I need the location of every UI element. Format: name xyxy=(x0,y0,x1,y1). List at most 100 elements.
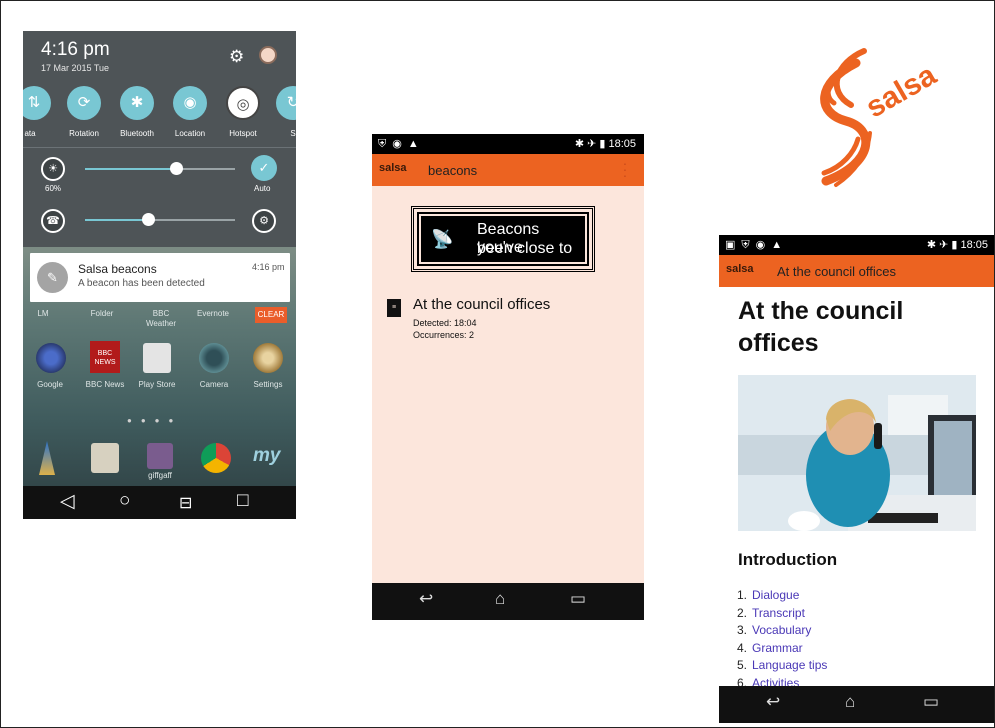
list-item[interactable]: 2. Transcript xyxy=(737,605,827,623)
article-heading: At the council offices xyxy=(738,297,904,357)
brightness-value: 60% xyxy=(45,184,62,193)
satellite-dish-icon: 📡 xyxy=(431,229,454,249)
app-bar: salsa At the council offices xyxy=(719,255,994,287)
list-number: 1. xyxy=(737,588,748,602)
ringtone-volume-icon: ☎ xyxy=(41,209,65,233)
notification-body: A beacon has been detected xyxy=(78,278,205,289)
auto-label: Auto xyxy=(254,184,271,193)
status-icons-left: ⛨◉▲ xyxy=(378,138,425,150)
beacon-entry-title[interactable]: At the council offices xyxy=(413,296,550,313)
status-icons-right: ✱ ✈ ▮ 18:05 xyxy=(926,239,988,251)
lg-phone-notification-shade: 4:16 pm 17 Mar 2015 Tue ⚙ ⇅ ⟳ ✱ ◉ ◎ ↻ at… xyxy=(23,31,296,519)
qs-label-location: Location xyxy=(174,129,206,138)
recent-apps-icon[interactable]: ▭ xyxy=(570,589,586,609)
link-transcript[interactable]: Transcript xyxy=(752,606,805,620)
link-grammar[interactable]: Grammar xyxy=(752,641,803,655)
rocket-app-icon[interactable] xyxy=(39,441,55,475)
contacts-app-icon[interactable] xyxy=(91,443,119,473)
bbc-news-icon[interactable]: BBC NEWS xyxy=(90,341,120,373)
brightness-track xyxy=(177,168,235,170)
settings-gear-icon[interactable]: ⚙ xyxy=(229,47,244,67)
list-item[interactable]: 5. Language tips xyxy=(737,657,827,675)
back-icon[interactable]: ↩ xyxy=(766,692,780,712)
section-title: Introduction xyxy=(738,550,838,569)
status-time: 18:05 xyxy=(608,138,636,150)
sound-settings-gear-icon[interactable]: ⚙ xyxy=(252,209,276,233)
salsa-logo-mark xyxy=(820,48,872,187)
clear-button[interactable]: CLEAR xyxy=(255,307,287,323)
overflow-menu-icon[interactable]: · · · xyxy=(622,156,628,182)
button-face: 📡 Beacons you've been close to xyxy=(421,216,585,262)
home-label-evernote: Evernote xyxy=(196,309,230,318)
settings-app-icon[interactable] xyxy=(253,343,283,373)
document-icon: ≡ xyxy=(387,299,401,317)
home-label-camera: Camera xyxy=(199,380,229,389)
giffgaff-app-icon[interactable] xyxy=(147,443,173,469)
recent-apps-icon[interactable]: ▭ xyxy=(923,692,939,712)
link-vocabulary[interactable]: Vocabulary xyxy=(752,623,811,637)
camera-icon[interactable] xyxy=(199,343,229,373)
location-toggle-icon[interactable]: ◉ xyxy=(173,86,207,120)
app-title: beacons xyxy=(428,163,478,178)
recent-apps-icon[interactable]: □ xyxy=(237,490,248,512)
status-icons-left: ▣⛨◉▲ xyxy=(725,239,789,251)
navigation-bar: ◁ ○ ⊟ □ xyxy=(23,486,296,519)
contents-list: 1. Dialogue 2. Transcript 3. Vocabulary 4. G… xyxy=(737,587,827,692)
user-avatar[interactable] xyxy=(259,46,277,64)
salsa-notification-card[interactable]: ✎ Salsa beacons A beacon has been detect… xyxy=(30,253,290,302)
status-bar: ⛨◉▲ ✱ ✈ ▮ 18:05 xyxy=(372,134,644,154)
qs-label-rotation: Rotation xyxy=(69,129,99,138)
home-label-bbc-news: BBC News xyxy=(85,380,125,389)
list-number: 2. xyxy=(737,605,748,620)
status-icons-right: ✱ ✈ ▮ 18:05 xyxy=(574,138,636,150)
salsa-logo: salsa xyxy=(820,48,942,187)
navigation-bar: ↩ ⌂ ▭ xyxy=(372,583,644,620)
play-store-icon[interactable] xyxy=(143,343,171,373)
home-label-settings: Settings xyxy=(253,380,283,389)
status-bar: ▣⛨◉▲ ✱ ✈ ▮ 18:05 xyxy=(719,235,994,255)
list-item[interactable]: 3. Vocabulary xyxy=(737,622,827,640)
dual-window-icon[interactable]: ⊟ xyxy=(179,493,192,513)
home-label-lm: LM xyxy=(37,309,49,318)
app-title: At the council offices xyxy=(777,264,896,279)
chrome-app-icon[interactable] xyxy=(201,443,231,473)
brightness-track-filled xyxy=(85,168,177,170)
volume-track xyxy=(149,219,235,221)
rotation-toggle-icon[interactable]: ⟳ xyxy=(67,86,101,120)
list-number: 4. xyxy=(737,640,748,655)
navigation-bar: ↩ ⌂ ▭ xyxy=(719,686,994,723)
home-label-folder: Folder xyxy=(90,309,114,318)
link-language-tips[interactable]: Language tips xyxy=(752,658,827,672)
home-icon[interactable]: ⌂ xyxy=(845,692,855,712)
volume-track-filled xyxy=(85,219,149,221)
home-icon[interactable]: ○ xyxy=(119,490,130,512)
beacons-close-to-button[interactable]: 📡 Beacons you've been close to xyxy=(411,206,595,272)
hotspot-toggle-icon[interactable]: ◎ xyxy=(226,86,260,120)
salsa-logo-small[interactable]: salsa xyxy=(726,263,754,275)
salsa-logo-small[interactable]: salsa xyxy=(379,162,407,174)
satellite-dish-icon: ✎ xyxy=(37,262,68,293)
google-folder-icon[interactable] xyxy=(36,343,66,373)
page-indicator-dots: ●●●● xyxy=(127,416,183,425)
button-label-line2: been close to xyxy=(477,240,573,257)
link-dialogue[interactable]: Dialogue xyxy=(752,588,799,602)
qs-label-bluetooth: Bluetooth xyxy=(120,129,154,138)
bluetooth-toggle-icon[interactable]: ✱ xyxy=(120,86,154,120)
home-icon[interactable]: ⌂ xyxy=(495,589,505,609)
my-app-icon[interactable]: my xyxy=(253,445,280,467)
office-worker-photo xyxy=(738,375,976,531)
qs-label-sync: S xyxy=(290,129,296,138)
list-item[interactable]: 1. Dialogue xyxy=(737,587,827,605)
home-label-bbc-weather: BBC Weather xyxy=(145,309,177,328)
clock-date: 17 Mar 2015 Tue xyxy=(41,63,110,73)
list-item[interactable]: 4. Grammar xyxy=(737,640,827,658)
list-number: 5. xyxy=(737,658,748,672)
occurrence-count: Occurrences: 2 xyxy=(413,330,475,340)
back-icon[interactable]: ↩ xyxy=(419,589,433,609)
auto-brightness-check-icon[interactable]: ✓ xyxy=(251,155,277,181)
home-label-giffgaff: giffgaff xyxy=(148,471,172,480)
brightness-slider-knob[interactable] xyxy=(170,162,183,175)
notification-title: Salsa beacons xyxy=(78,262,157,276)
volume-slider-knob[interactable] xyxy=(142,213,155,226)
back-icon[interactable]: ◁ xyxy=(60,490,75,513)
